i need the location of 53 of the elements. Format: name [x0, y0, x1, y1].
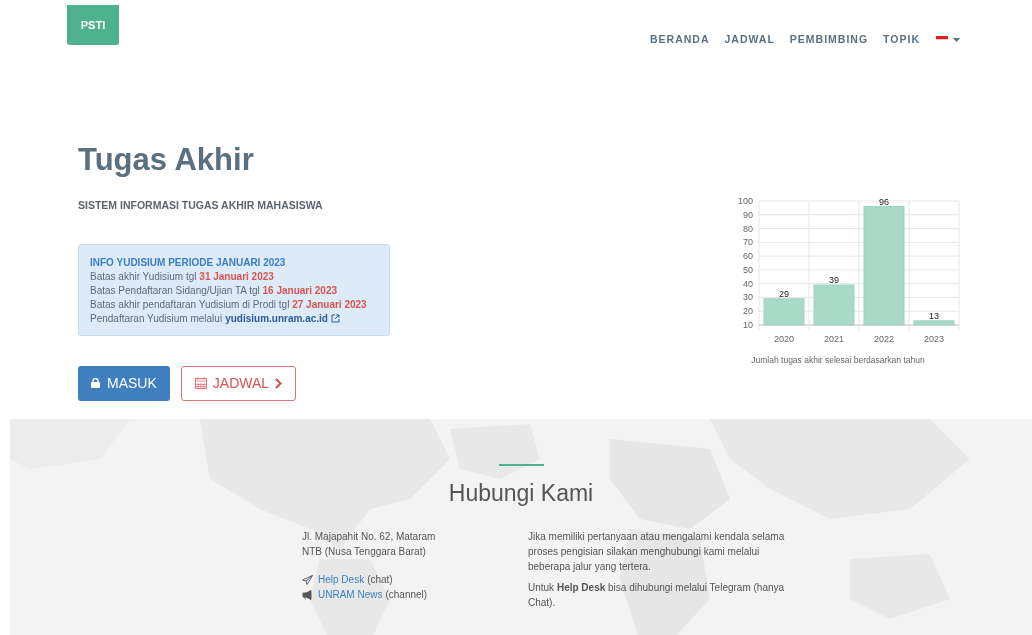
nav-link[interactable]: TOPIK — [883, 32, 920, 48]
x-tick-label: 2022 — [874, 333, 894, 344]
info-title: INFO YUDISIUM PERIODE JANUARI 2023 — [90, 255, 287, 270]
chart-bar — [763, 298, 805, 326]
y-tick-label: 100 — [737, 195, 753, 206]
page-title: Tugas Akhir — [78, 143, 255, 175]
chevron-right-icon — [275, 377, 283, 389]
info-line: Pendaftaran Yudisium melalui — [90, 311, 223, 326]
schedule-button[interactable]: JADWAL — [180, 365, 297, 401]
login-button[interactable]: MASUK — [78, 365, 170, 401]
info-line: Batas akhir Yudisium tgl 31 Januari 2023 — [90, 269, 275, 284]
info-line: Batas Pendaftaran Sidang/Ujian TA tgl 16 Januari 2023 — [90, 283, 339, 298]
page-subtitle: SISTEM INFORMASI TUGAS AKHIR MAHASISWA — [78, 197, 324, 213]
y-tick-label: 40 — [743, 278, 753, 289]
nav-link[interactable]: PEMBIMBING — [789, 32, 869, 48]
lock-icon — [91, 378, 100, 388]
contact-link[interactable]: Help Desk — [318, 572, 365, 588]
contact-paragraph: Jika memiliki pertanyaan atau mengalami kendala selama proses pengisian silakan menghubungi kami melalui beberapa jalur yang tertera. — [528, 530, 786, 575]
y-tick-label: 30 — [743, 292, 753, 303]
y-tick-label: 70 — [743, 237, 753, 248]
paper-plane-icon — [302, 574, 313, 585]
contact-paragraph: Untuk Help Desk bisa dihubungi melalui Telegram (hanya Chat). — [528, 581, 786, 611]
link-note: (chat) — [367, 573, 393, 588]
nav-link[interactable]: JADWAL — [724, 32, 775, 48]
x-tick-label: 2023 — [924, 333, 944, 344]
data-label: 13 — [929, 310, 939, 321]
nav-link[interactable]: BERANDA — [650, 32, 710, 48]
chart-bar — [913, 320, 955, 326]
data-label: 29 — [779, 288, 789, 299]
megaphone-icon — [302, 589, 313, 600]
section-title: Hubungi Kami — [448, 478, 594, 508]
data-label: 39 — [829, 274, 839, 285]
data-label: 96 — [879, 196, 889, 207]
y-tick-label: 90 — [743, 209, 753, 220]
y-tick-label: 20 — [743, 305, 753, 316]
y-tick-label: 50 — [743, 264, 753, 275]
link-note: (channel) — [385, 588, 428, 603]
y-tick-label: 60 — [743, 250, 753, 261]
language-dropdown[interactable] — [936, 36, 960, 44]
address-line: NTB (Nusa Tenggara Barat) — [302, 545, 427, 560]
contact-link[interactable]: UNRAM News — [318, 587, 383, 603]
address-line: Jl. Majapahit No. 62, Mataram — [302, 530, 437, 545]
info-line: Batas akhir pendaftaran Yudisium di Prodi tgl 27 Januari 2023 — [90, 297, 368, 312]
y-tick-label: 10 — [743, 319, 753, 330]
y-tick-label: 80 — [743, 223, 753, 234]
x-tick-label: 2021 — [824, 333, 844, 344]
chart-caption: Jumlah tugas akhir selesai berdasarkan tahun — [751, 353, 925, 367]
chart-bar — [813, 284, 855, 326]
caret-icon — [953, 37, 960, 42]
x-tick-label: 2020 — [774, 333, 794, 344]
info-link[interactable]: yudisium.unram.ac.id — [225, 311, 328, 326]
external-link-icon — [330, 314, 340, 323]
calendar-icon — [194, 377, 207, 389]
